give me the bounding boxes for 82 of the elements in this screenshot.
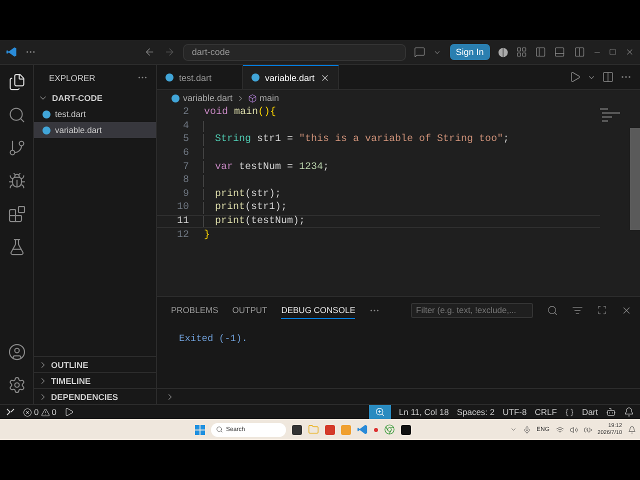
dart-file-icon xyxy=(165,73,174,82)
editor-tab[interactable]: variable.dart xyxy=(243,65,339,89)
file-item[interactable]: test.dart xyxy=(34,106,156,122)
code-line: 2 void main(){ xyxy=(182,106,278,120)
panel-tab[interactable]: PROBLEMS xyxy=(171,302,218,318)
section-header[interactable]: TIMELINE xyxy=(34,372,156,388)
close-panel-icon[interactable] xyxy=(621,304,632,316)
extensions-icon[interactable] xyxy=(8,205,26,223)
run-debug-icon[interactable] xyxy=(8,172,26,190)
code-editor-icon[interactable] xyxy=(357,424,368,435)
testing-icon[interactable] xyxy=(8,238,26,256)
network-icon[interactable] xyxy=(556,426,564,434)
code-line: 4 xyxy=(157,120,600,134)
maximize-icon[interactable] xyxy=(609,48,617,56)
minimap-drawing xyxy=(600,108,620,122)
sidebar-title: EXPLORER xyxy=(49,72,96,82)
split-layout-icon[interactable] xyxy=(574,46,585,58)
breadcrumb-item[interactable]: variable.dart xyxy=(183,93,233,103)
debug-icon[interactable] xyxy=(64,407,74,417)
zoom-indicator[interactable] xyxy=(368,405,391,419)
notifications-icon[interactable] xyxy=(624,407,634,417)
code-line: 10 print(str1); xyxy=(176,201,288,215)
code-line: 5 String str1 = "this is a variable of String too"; xyxy=(182,133,510,147)
run-icon[interactable] xyxy=(569,71,581,83)
explorer-icon[interactable] xyxy=(8,73,26,91)
browser-icon[interactable] xyxy=(384,424,395,435)
search-icon[interactable] xyxy=(8,106,26,124)
toggle-panel-icon[interactable] xyxy=(554,46,566,58)
maximize-panel-icon[interactable] xyxy=(597,305,607,315)
search-icon[interactable] xyxy=(547,304,558,316)
source-control-icon[interactable] xyxy=(8,139,26,157)
task-view-icon[interactable] xyxy=(292,424,302,434)
encoding[interactable]: UTF-8 xyxy=(502,407,527,417)
zoom-icon xyxy=(374,407,385,417)
panel-tab[interactable]: OUTPUT xyxy=(232,302,268,318)
account-icon[interactable] xyxy=(8,343,26,361)
search-icon xyxy=(216,426,223,433)
code-line: 12 } xyxy=(176,228,212,242)
command-search-field[interactable]: dart-code xyxy=(182,44,406,60)
caret-icon[interactable] xyxy=(510,426,517,433)
filter-field[interactable]: Filter (e.g. text, !exclude,... xyxy=(411,302,533,318)
chat-icon[interactable] xyxy=(414,46,426,58)
close-icon[interactable] xyxy=(624,47,634,57)
error-icon xyxy=(23,408,32,416)
line-ending[interactable]: CRLF xyxy=(534,407,557,417)
section-header[interactable]: OUTLINE xyxy=(34,356,156,372)
volume-icon[interactable] xyxy=(570,426,578,434)
symbol-icon[interactable] xyxy=(248,94,257,102)
problems-indicator[interactable]: 0 0 xyxy=(23,407,56,417)
accounts-icon[interactable] xyxy=(498,46,508,58)
sign-in-button[interactable]: Sign In xyxy=(450,44,490,60)
dart-file-icon xyxy=(251,73,260,82)
indentation[interactable]: Spaces: 2 xyxy=(456,407,495,417)
file-item[interactable]: variable.dart xyxy=(34,122,156,138)
code-line: 9 print(str); xyxy=(182,188,282,202)
settings-icon[interactable] xyxy=(8,376,26,394)
close-tab-icon[interactable] xyxy=(320,72,330,82)
microphone-icon[interactable] xyxy=(522,426,531,434)
back-icon[interactable] xyxy=(144,46,156,58)
panel-tab[interactable]: DEBUG CONSOLE xyxy=(281,302,356,318)
dot-icon[interactable] xyxy=(374,428,378,432)
language-mode[interactable]: Dart xyxy=(582,407,598,417)
warning-icon xyxy=(40,408,50,416)
app-icon[interactable] xyxy=(401,424,411,434)
layout-icon[interactable] xyxy=(516,46,528,58)
dart-file-icon xyxy=(171,94,180,102)
code-line: 6 xyxy=(157,146,600,160)
folder-row[interactable]: DART-CODE xyxy=(34,90,156,106)
notifications-icon[interactable] xyxy=(628,426,636,434)
toggle-sidebar-icon[interactable] xyxy=(535,46,546,58)
start-icon[interactable] xyxy=(195,424,205,434)
braces-icon[interactable] xyxy=(564,408,574,416)
app-logo-icon xyxy=(6,46,18,58)
current-line: 11 print(testNum); xyxy=(157,214,600,228)
breadcrumb-item[interactable]: main xyxy=(260,93,280,103)
remote-icon[interactable] xyxy=(6,408,15,416)
split-editor-icon[interactable] xyxy=(602,71,614,83)
battery-icon[interactable] xyxy=(584,426,592,434)
console-output: Exited (-1). xyxy=(179,333,248,344)
code-line: 8 xyxy=(157,174,600,188)
code-line: 7 var testNum = 1234; xyxy=(182,160,330,174)
cursor-position[interactable]: Ln 11, Col 18 xyxy=(398,407,449,417)
